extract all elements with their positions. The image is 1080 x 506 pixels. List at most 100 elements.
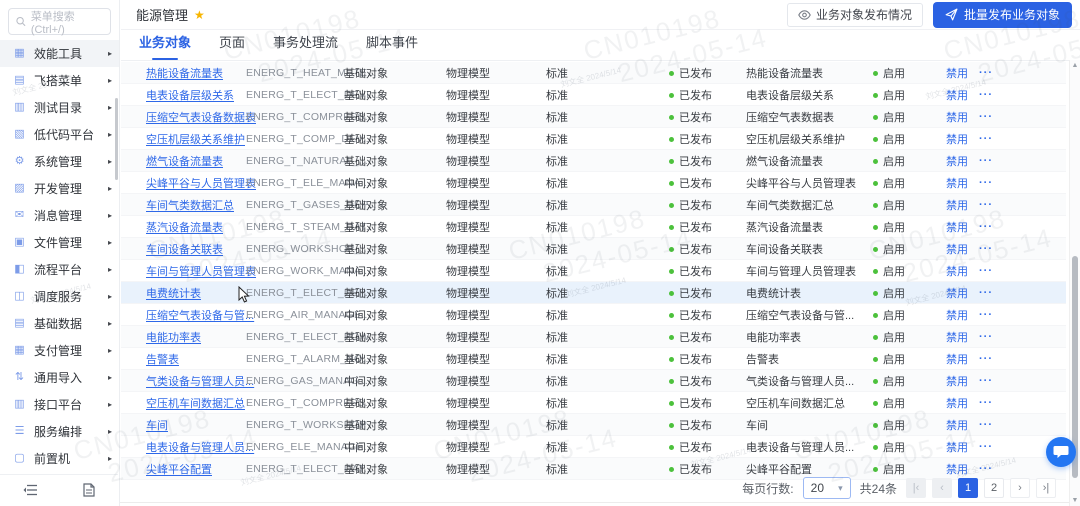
more-actions-icon[interactable]: ···	[979, 397, 1066, 409]
tab-业务对象[interactable]: 业务对象	[139, 32, 191, 60]
page-button-2[interactable]: 2	[984, 478, 1004, 498]
favorite-star-icon[interactable]: ★	[194, 8, 205, 22]
sidebar-item-file-management[interactable]: ▣ 文件管理 ▸	[0, 229, 119, 256]
disable-link[interactable]: 禁用	[946, 65, 979, 81]
batch-publish-button[interactable]: 批量发布业务对象	[932, 1, 1072, 28]
document-icon[interactable]	[83, 482, 95, 497]
more-actions-icon[interactable]: ···	[979, 419, 1066, 431]
sidebar-item-feida-menu[interactable]: ▤ 飞搭菜单 ▸	[0, 67, 119, 94]
more-actions-icon[interactable]: ···	[979, 199, 1066, 211]
object-name-link[interactable]: 压缩空气表设备数据表	[146, 109, 256, 125]
disable-link[interactable]: 禁用	[946, 461, 979, 477]
table-row[interactable]: 压缩空气表设备数据表 ENERG_T_COMPRESS... 基础对象 物理模型 标准 已…	[121, 106, 1066, 128]
object-name-link[interactable]: 燃气设备流量表	[146, 153, 246, 169]
disable-link[interactable]: 禁用	[946, 87, 979, 103]
chat-fab-button[interactable]	[1046, 437, 1076, 467]
sidebar-item-general-import[interactable]: ⇅ 通用导入 ▸	[0, 364, 119, 391]
more-actions-icon[interactable]: ···	[979, 221, 1066, 233]
sidebar-item-test-catalog[interactable]: ▥ 测试目录 ▸	[0, 94, 119, 121]
table-row[interactable]: 热能设备流量表 ENERG_T_HEAT_METE... 基础对象 物理模型 标准 已发布…	[121, 62, 1066, 84]
more-actions-icon[interactable]: ···	[979, 133, 1066, 145]
scroll-down-icon[interactable]: ▼	[1070, 497, 1080, 504]
table-row[interactable]: 空压机层级关系维护 ENERG_T_COMP_DEV... 基础对象 物理模型 标准 已发…	[121, 128, 1066, 150]
tab-事务处理流[interactable]: 事务处理流	[273, 32, 338, 60]
table-row[interactable]: 蒸汽设备流量表 ENERG_T_STEAM_DAT... 基础对象 物理模型 标准 已发布…	[121, 216, 1066, 238]
table-row[interactable]: 电能功率表 ENERG_T_ELECT_POW... 基础对象 物理模型 标准 已发布 电能…	[121, 326, 1066, 348]
more-actions-icon[interactable]: ···	[979, 375, 1066, 387]
more-actions-icon[interactable]: ···	[979, 309, 1066, 321]
more-actions-icon[interactable]: ···	[979, 155, 1066, 167]
sidebar-item-efficiency-tools[interactable]: ▦ 效能工具 ▸	[0, 40, 119, 67]
sidebar-item-front-machine[interactable]: ▢ 前置机 ▸	[0, 445, 119, 472]
disable-link[interactable]: 禁用	[946, 351, 979, 367]
object-name-link[interactable]: 空压机车间数据汇总	[146, 395, 246, 411]
table-row[interactable]: 压缩空气表设备与管... ENERG_AIR_MANAGE... 中间对象 物理模型标…	[121, 304, 1066, 326]
disable-link[interactable]: 禁用	[946, 109, 979, 125]
disable-link[interactable]: 禁用	[946, 197, 979, 213]
object-name-link[interactable]: 气类设备与管理人员...	[146, 373, 254, 389]
object-name-link[interactable]: 车间	[146, 417, 246, 433]
more-actions-icon[interactable]: ···	[979, 89, 1066, 101]
publish-status-button[interactable]: 业务对象发布情况	[786, 2, 923, 27]
disable-link[interactable]: 禁用	[946, 219, 979, 235]
more-actions-icon[interactable]: ···	[979, 243, 1066, 255]
table-row[interactable]: 尖峰平谷与人员管理表 ENERG_T_ELE_MANA... 中间对象 物理模型 标准已…	[121, 172, 1066, 194]
sidebar-item-payment-management[interactable]: ▦ 支付管理 ▸	[0, 337, 119, 364]
sidebar-item-lowcode-platform[interactable]: ▧ 低代码平台 ▸	[0, 121, 119, 148]
sidebar-item-base-data[interactable]: ▤ 基础数据 ▸	[0, 310, 119, 337]
more-actions-icon[interactable]: ···	[979, 353, 1066, 365]
sidebar-item-system-management[interactable]: ⚙ 系统管理 ▸	[0, 148, 119, 175]
table-row[interactable]: 车间与管理人员管理表 ENERG_WORK_MANA... 中间对象 物理模型 标准 已发…	[121, 260, 1066, 282]
disable-link[interactable]: 禁用	[946, 263, 979, 279]
object-name-link[interactable]: 电表设备层级关系	[146, 87, 246, 103]
object-name-link[interactable]: 告警表	[146, 351, 246, 367]
menu-search-input[interactable]: 菜单搜索 (Ctrl+/)	[8, 8, 111, 36]
table-row[interactable]: 燃气设备流量表 ENERG_T_NATURAL_... 基础对象 物理模型 标准 已发布燃…	[121, 150, 1066, 172]
table-row[interactable]: 车间设备关联表 ENERG_WORKSHOP_... 基础对象 物理模型 标准 已发布 车间…	[121, 238, 1066, 260]
object-name-link[interactable]: 空压机层级关系维护	[146, 131, 246, 147]
disable-link[interactable]: 禁用	[946, 153, 979, 169]
last-page-button[interactable]: ›|	[1036, 478, 1056, 498]
disable-link[interactable]: 禁用	[946, 175, 979, 191]
object-name-link[interactable]: 车间与管理人员管理表	[146, 263, 256, 279]
table-row[interactable]: 气类设备与管理人员... ENERG_GAS_MANAG... 中间对象 物理模型 标准…	[121, 370, 1066, 392]
object-name-link[interactable]: 尖峰平谷与人员管理表	[146, 175, 256, 191]
disable-link[interactable]: 禁用	[946, 285, 979, 301]
disable-link[interactable]: 禁用	[946, 373, 979, 389]
table-row[interactable]: 电表设备与管理人员... ENERG_ELE_MANAGE... 中间对象 物理模型标…	[121, 436, 1066, 458]
table-row[interactable]: 电表设备层级关系 ENERG_T_ELECT_DEVI... 基础对象 物理模型 标准已…	[121, 84, 1066, 106]
more-actions-icon[interactable]: ···	[979, 111, 1066, 123]
sidebar-item-interface-platform[interactable]: ▥ 接口平台 ▸	[0, 391, 119, 418]
tab-页面[interactable]: 页面	[219, 32, 245, 60]
more-actions-icon[interactable]: ···	[979, 265, 1066, 277]
object-name-link[interactable]: 电表设备与管理人员...	[146, 439, 254, 455]
collapse-sidebar-icon[interactable]	[23, 484, 38, 496]
sidebar-item-service-orchestration[interactable]: ☰ 服务编排 ▸	[0, 418, 119, 445]
object-name-link[interactable]: 蒸汽设备流量表	[146, 219, 246, 235]
next-page-button[interactable]: ›	[1010, 478, 1030, 498]
sidebar-item-dev-management[interactable]: ▨ 开发管理 ▸	[0, 175, 119, 202]
disable-link[interactable]: 禁用	[946, 417, 979, 433]
prev-page-button[interactable]: ‹	[932, 478, 952, 498]
more-actions-icon[interactable]: ···	[979, 67, 1066, 79]
sidebar-scrollbar[interactable]	[115, 98, 118, 180]
table-row[interactable]: 告警表 ENERG_T_ALARM_NO... 基础对象 物理模型 标准 已发布 告警表 启用…	[121, 348, 1066, 370]
table-row[interactable]: 车间 ENERG_T_WORKSHOP 基础对象 物理模型 标准 已发布 车间 启用 禁用 ···	[121, 414, 1066, 436]
object-name-link[interactable]: 车间设备关联表	[146, 241, 246, 257]
table-row[interactable]: 空压机车间数据汇总 ENERG_T_COMPRESS... 基础对象 物理模型 标准 已发…	[121, 392, 1066, 414]
page-title[interactable]: 能源管理	[136, 5, 188, 24]
more-actions-icon[interactable]: ···	[979, 177, 1066, 189]
sidebar-item-schedule-service[interactable]: ◫ 调度服务 ▸	[0, 283, 119, 310]
scroll-up-icon[interactable]: ▲	[1070, 62, 1080, 69]
first-page-button[interactable]: |‹	[906, 478, 926, 498]
more-actions-icon[interactable]: ···	[979, 331, 1066, 343]
disable-link[interactable]: 禁用	[946, 131, 979, 147]
object-name-link[interactable]: 尖峰平谷配置	[146, 461, 246, 477]
table-row[interactable]: 车间气类数据汇总 ENERG_T_GASES_DEP... 基础对象 物理模型 标准 已发…	[121, 194, 1066, 216]
object-name-link[interactable]: 热能设备流量表	[146, 65, 246, 81]
page-size-select[interactable]: 20 ▾	[802, 477, 851, 499]
tab-脚本事件[interactable]: 脚本事件	[366, 32, 418, 60]
disable-link[interactable]: 禁用	[946, 395, 979, 411]
disable-link[interactable]: 禁用	[946, 241, 979, 257]
disable-link[interactable]: 禁用	[946, 307, 979, 323]
